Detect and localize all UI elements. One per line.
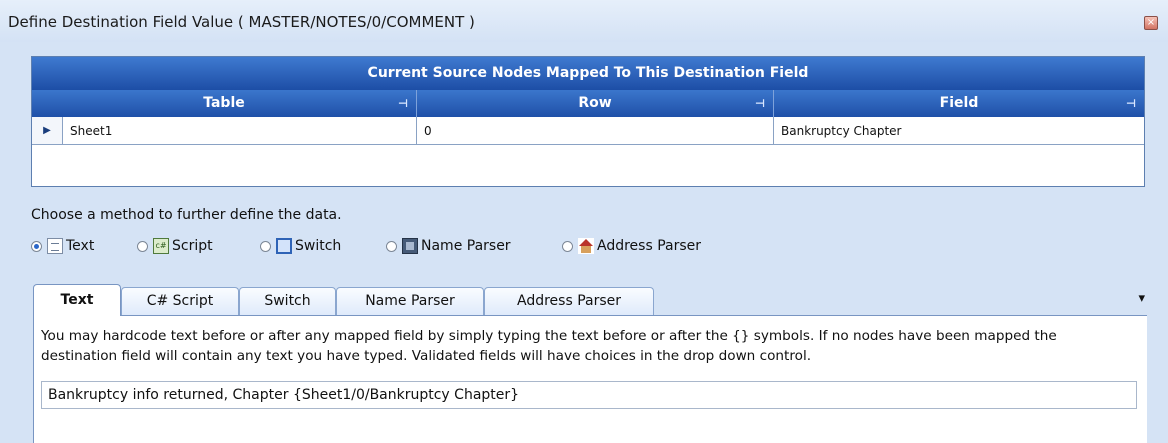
text-hint: You may hardcode text before or after an… <box>41 328 1057 364</box>
method-option-label: Script <box>172 238 213 254</box>
radio-button[interactable] <box>260 240 271 252</box>
name-parser-icon <box>402 238 418 254</box>
column-header-label: Field <box>939 95 979 111</box>
current-row-indicator-icon[interactable]: ▶ <box>32 117 63 145</box>
method-radio-group: Text c# Script Switch Name Parser Addres… <box>31 232 931 260</box>
pin-icon[interactable]: ⊣ <box>398 90 408 117</box>
column-header-label: Table <box>203 95 245 111</box>
method-option-label: Text <box>66 238 95 254</box>
method-option-label: Address Parser <box>597 238 702 254</box>
row-cell[interactable]: 0 <box>417 117 774 145</box>
column-header-field[interactable]: Field ⊣ <box>774 90 1144 117</box>
tab-text[interactable]: Text <box>33 284 121 316</box>
radio-button-selected[interactable] <box>31 240 42 252</box>
tab-menu-icon[interactable]: ▾ <box>1138 292 1145 305</box>
column-header-label: Row <box>578 95 612 111</box>
method-option-text[interactable]: Text <box>31 232 94 260</box>
tab-csharp-script[interactable]: C# Script <box>121 287 239 315</box>
window-title: Define Destination Field Value ( MASTER/… <box>8 13 475 31</box>
grid-caption: Current Source Nodes Mapped To This Dest… <box>32 57 1144 90</box>
column-header-table[interactable]: Table ⊣ <box>32 90 417 117</box>
tab-name-parser[interactable]: Name Parser <box>336 287 484 315</box>
method-tabs: Text C# Script Switch Name Parser Addres… <box>33 284 1147 316</box>
address-parser-icon <box>578 238 594 254</box>
radio-button[interactable] <box>386 240 397 252</box>
field-cell[interactable]: Bankruptcy Chapter <box>774 117 1144 145</box>
tab-address-parser[interactable]: Address Parser <box>484 287 654 315</box>
radio-button[interactable] <box>137 240 148 252</box>
switch-icon <box>276 238 292 254</box>
text-icon <box>47 238 63 254</box>
method-option-switch[interactable]: Switch <box>260 232 341 260</box>
tab-switch[interactable]: Switch <box>239 287 336 315</box>
method-option-label: Switch <box>295 238 342 254</box>
table-cell[interactable]: Sheet1 <box>63 117 417 145</box>
title-bar: Define Destination Field Value ( MASTER/… <box>0 0 1168 42</box>
close-icon[interactable]: × <box>1144 16 1158 30</box>
method-option-name-parser[interactable]: Name Parser <box>386 232 511 260</box>
column-header-row[interactable]: Row ⊣ <box>417 90 774 117</box>
method-option-address-parser[interactable]: Address Parser <box>562 232 701 260</box>
csharp-script-icon: c# <box>153 238 169 254</box>
pin-icon[interactable]: ⊣ <box>1126 90 1136 117</box>
method-prompt: Choose a method to further define the da… <box>31 207 342 223</box>
pin-icon[interactable]: ⊣ <box>755 90 765 117</box>
text-tab-panel: You may hardcode text before or after an… <box>33 315 1147 443</box>
source-nodes-grid: Current Source Nodes Mapped To This Dest… <box>31 56 1145 187</box>
destination-text-input[interactable] <box>41 381 1137 409</box>
method-option-label: Name Parser <box>421 238 511 254</box>
method-option-script[interactable]: c# Script <box>137 232 213 260</box>
radio-button[interactable] <box>562 240 573 252</box>
